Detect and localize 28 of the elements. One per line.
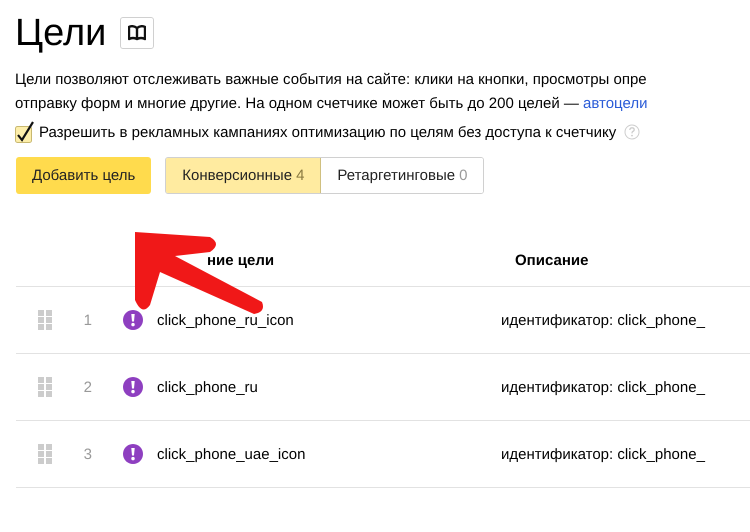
description-text: отправку форм и многие другие. На одном счетчике может быть до 200 целей — <box>15 95 580 112</box>
goal-name[interactable]: click_phone_uae_icon <box>157 446 306 462</box>
column-header: Описание <box>515 252 590 268</box>
goal-description: идентификатор: click_phone_ <box>501 378 706 396</box>
goal-name[interactable]: click_phone_ru <box>157 378 258 396</box>
description-text: Цели позволяют отслеживать важные события на сайте: клики на кнопки, просмотры опре <box>15 70 648 90</box>
checkbox[interactable] <box>15 120 35 144</box>
book-icon <box>128 25 146 41</box>
add-goal-button[interactable]: Добавить цель <box>16 157 152 194</box>
exclamation-icon <box>123 444 143 464</box>
column-header: ние цели <box>206 252 276 268</box>
row-number: 2 <box>84 378 92 396</box>
help-icon[interactable] <box>624 124 640 140</box>
page-title: Цели <box>15 12 106 54</box>
row-number: 3 <box>84 446 92 462</box>
exclamation-icon <box>123 310 143 330</box>
goal-description: идентификатор: click_phone_ <box>501 446 706 462</box>
goal-description: идентификатор: click_phone_ <box>501 312 706 328</box>
checkbox-label: Разрешить в рекламных кампаниях оптимизацию по целям без доступа к счетчику <box>39 124 616 140</box>
goal-type-tab[interactable]: Конверсионные 4 <box>166 158 322 193</box>
autogoals-link[interactable]: автоцели <box>583 95 648 112</box>
exclamation-icon <box>123 377 143 397</box>
row-number: 1 <box>84 312 92 328</box>
goal-name[interactable]: click_phone_ru_icon <box>157 312 294 328</box>
drag-handle-icon[interactable] <box>38 444 52 464</box>
drag-handle-icon[interactable] <box>38 377 52 397</box>
book-icon-button[interactable] <box>120 17 154 49</box>
drag-handle-icon[interactable] <box>38 310 52 330</box>
